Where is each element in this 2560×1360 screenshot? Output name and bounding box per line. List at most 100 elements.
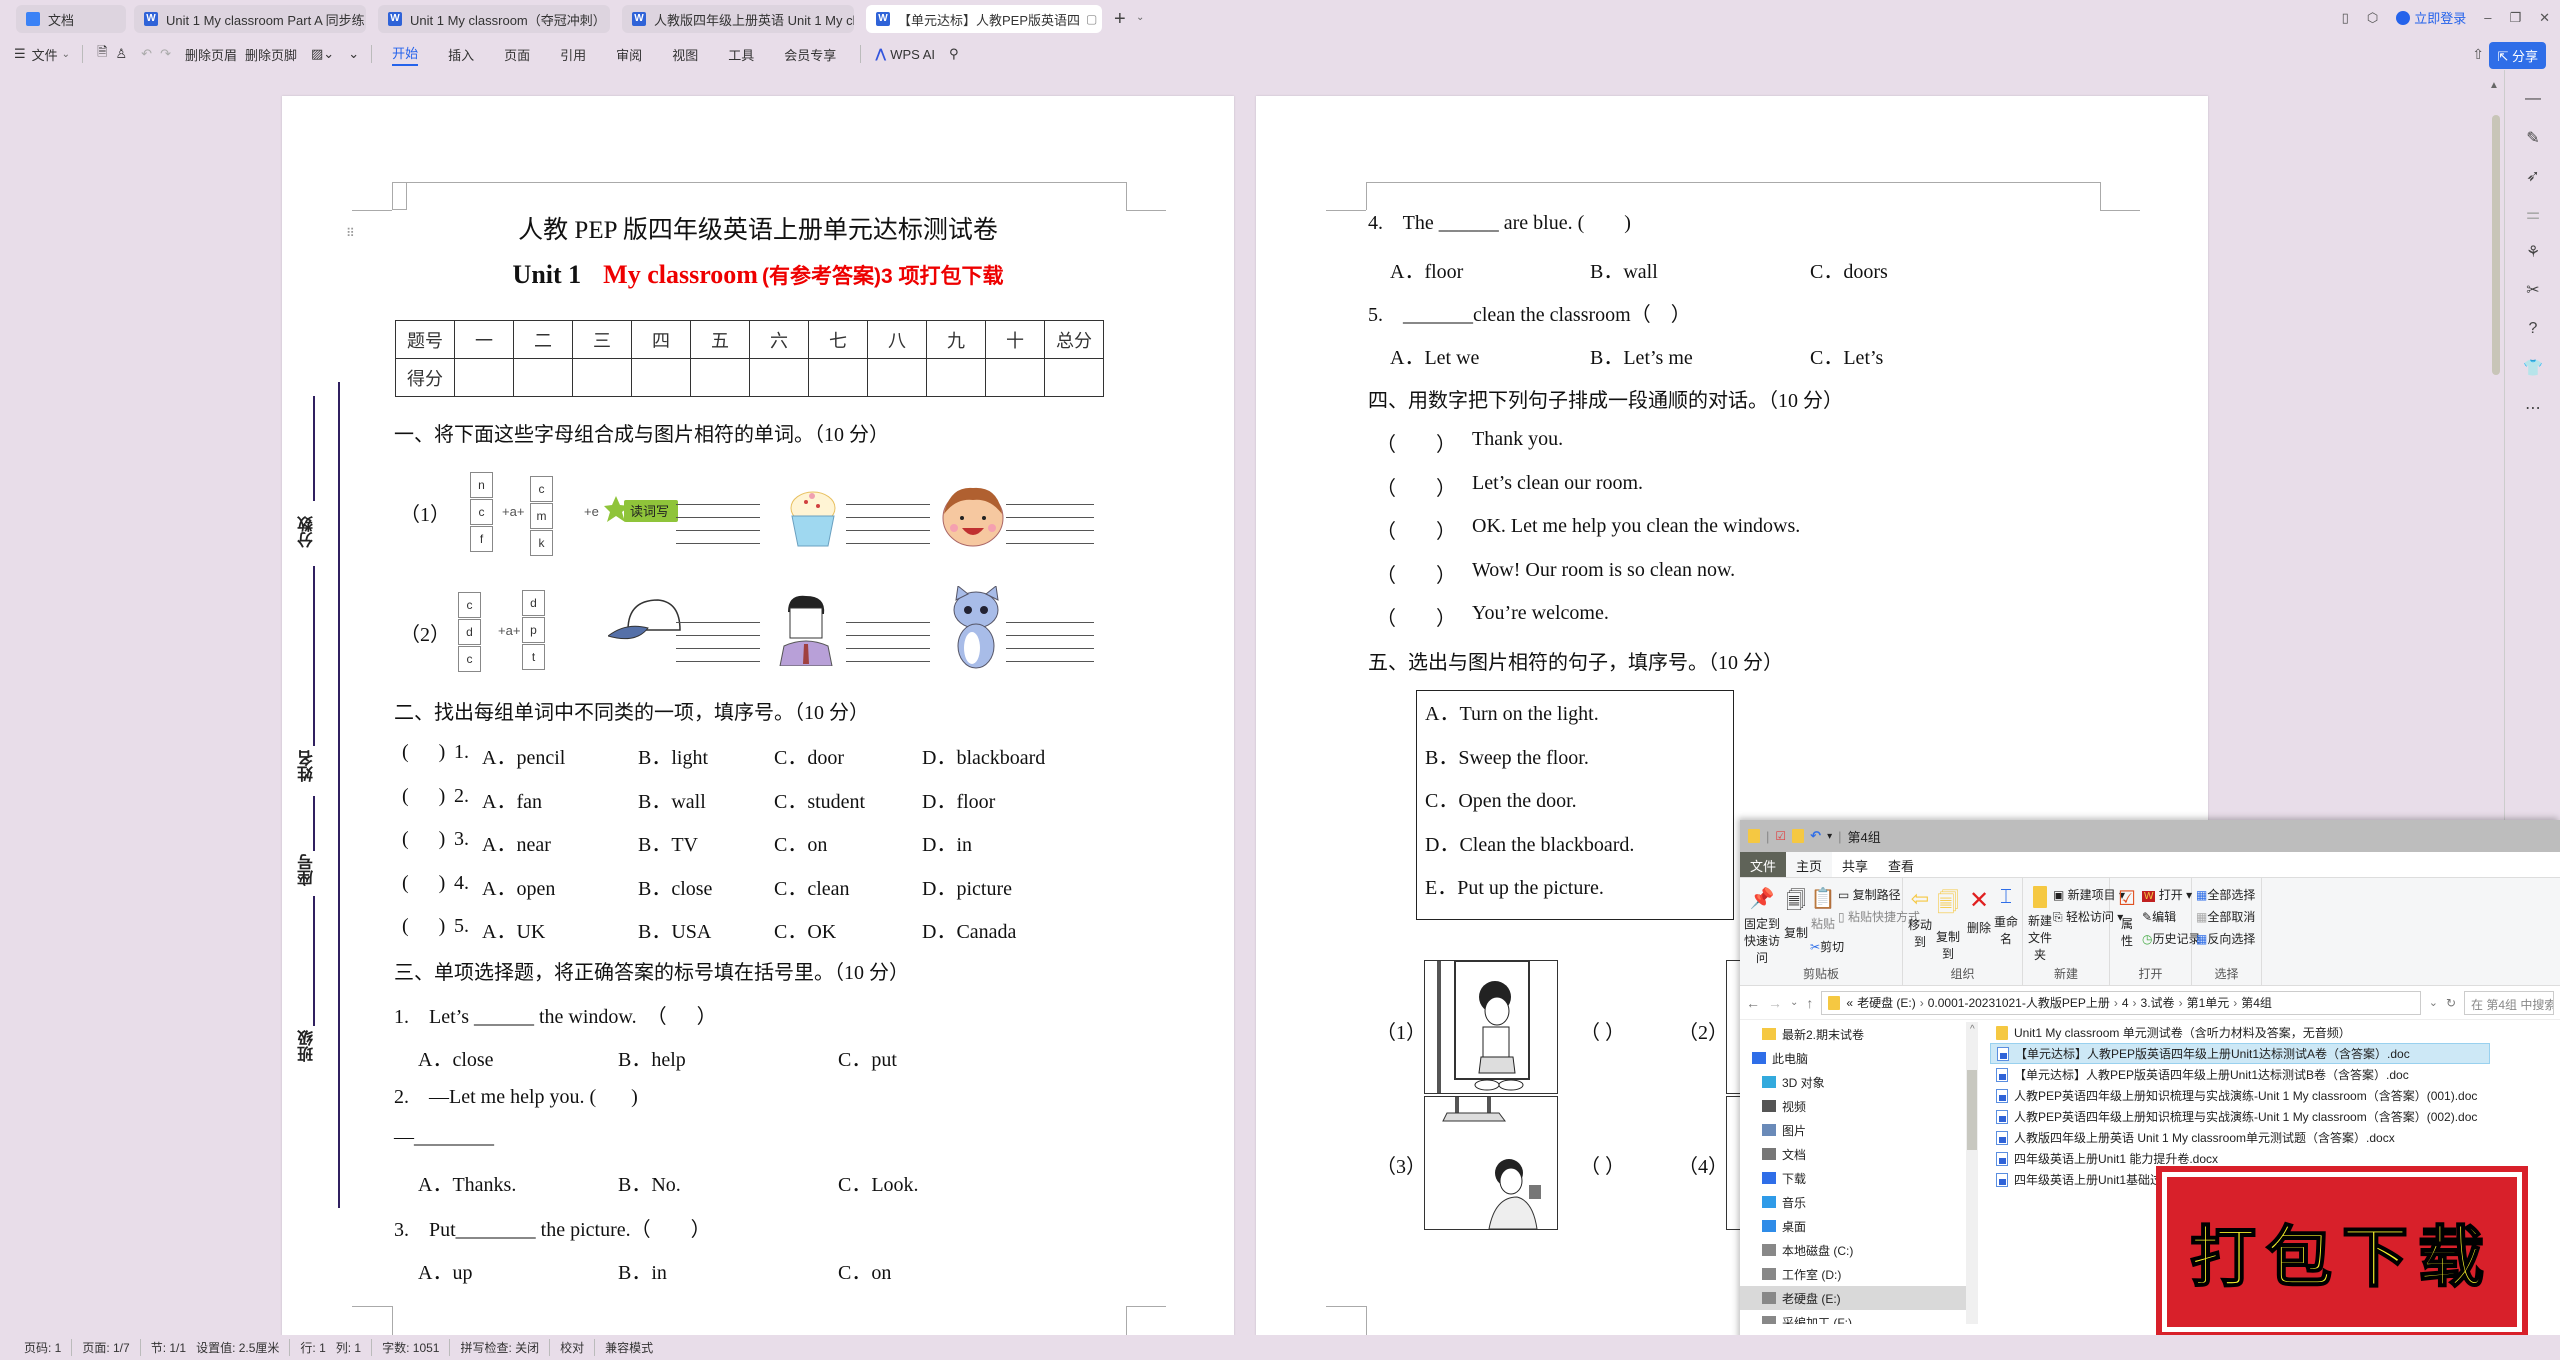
breadcrumb-separator-icon[interactable]: › bbox=[2179, 996, 2183, 1010]
undo-icon[interactable]: ↶ bbox=[141, 46, 152, 62]
nav-item[interactable]: 下载 bbox=[1740, 1166, 1970, 1190]
answer-bracket[interactable]: ( ) bbox=[402, 915, 445, 938]
properties-button[interactable]: ☑ 属性 bbox=[2116, 886, 2138, 949]
theme-icon[interactable]: 👕 bbox=[2521, 358, 2545, 382]
order-blank[interactable]: （ ） bbox=[1376, 559, 1456, 588]
move-to-button[interactable]: ⇦ 移动到 bbox=[1905, 886, 1935, 950]
breadcrumb-item[interactable]: 第4组 bbox=[2241, 996, 2272, 1010]
restore-button[interactable]: ❐ bbox=[2509, 10, 2521, 26]
copy-to-button[interactable]: 🗐 复制到 bbox=[1933, 886, 1963, 962]
delete-footer-button[interactable]: 删除页脚 bbox=[245, 45, 297, 64]
score-cell[interactable] bbox=[1044, 358, 1104, 397]
nav-scroll-thumb[interactable] bbox=[1967, 1070, 1977, 1150]
cloud-sync-icon[interactable]: ⇧ bbox=[2472, 46, 2484, 63]
tab-page[interactable]: 页面 bbox=[504, 45, 530, 64]
explorer-tab-file[interactable]: 文件 bbox=[1740, 852, 1787, 877]
status-page[interactable]: 页面: 1/7 bbox=[72, 1339, 141, 1356]
recent-locations-icon[interactable]: ⌄ bbox=[1790, 997, 1798, 1008]
redo-icon[interactable]: ↷ bbox=[160, 46, 171, 62]
vertical-scrollbar[interactable] bbox=[2492, 115, 2500, 375]
login-button[interactable]: 立即登录 bbox=[2396, 8, 2466, 27]
cut-button[interactable]: ✂剪切 bbox=[1810, 938, 1844, 955]
help-icon[interactable]: ? bbox=[2521, 320, 2545, 344]
breadcrumb-item[interactable]: 3.试卷 bbox=[2141, 996, 2175, 1010]
format-painter-icon[interactable]: ♙ bbox=[116, 46, 128, 62]
nav-item[interactable]: 音乐 bbox=[1740, 1190, 1970, 1214]
order-blank[interactable]: （ ） bbox=[1376, 472, 1456, 501]
minimize-button[interactable]: – bbox=[2484, 10, 2491, 25]
breadcrumb-separator-icon[interactable]: › bbox=[2133, 996, 2137, 1010]
score-cell[interactable] bbox=[631, 358, 691, 397]
breadcrumb-separator-icon[interactable]: › bbox=[1920, 996, 1924, 1010]
new-folder-quick-icon[interactable] bbox=[1792, 829, 1805, 843]
back-button[interactable]: ← bbox=[1746, 995, 1760, 1011]
rename-button[interactable]: ⌶ 重命名 bbox=[1991, 886, 2021, 947]
score-cell[interactable] bbox=[572, 358, 632, 397]
nav-item[interactable]: 视频 bbox=[1740, 1094, 1970, 1118]
collapse-icon[interactable]: — bbox=[2521, 90, 2545, 114]
share-button[interactable]: ⇱ 分享 bbox=[2489, 42, 2546, 69]
status-proofread[interactable]: 校对 bbox=[550, 1339, 596, 1356]
border-style-icon[interactable]: ▨⌄ bbox=[311, 46, 334, 62]
breadcrumb-separator-icon[interactable]: › bbox=[2114, 996, 2118, 1010]
chevron-down-icon[interactable]: ⌄ bbox=[62, 49, 70, 60]
tab-document-active[interactable]: W 【单元达标】人教PEP版英语四 ▢ ✕ bbox=[866, 5, 1102, 33]
score-cell[interactable] bbox=[926, 358, 986, 397]
address-bar[interactable]: « 老硬盘 (E:) › 0.0001-20231021-人教版PEP上册 › 4 › 3.试… bbox=[1821, 990, 2421, 1015]
file-item[interactable]: 【单元达标】人教PEP版英语四年级上册Unit1达标测试A卷（含答案）.doc bbox=[1990, 1043, 2490, 1064]
tab-list-chevron-icon[interactable]: ⌄ bbox=[1136, 12, 1144, 23]
cursor-icon[interactable]: ➶ bbox=[2521, 166, 2545, 190]
tab-review[interactable]: 审阅 bbox=[616, 45, 642, 64]
order-blank[interactable]: （ ） bbox=[1376, 602, 1456, 631]
tab-document[interactable]: W 人教版四年级上册英语 Unit 1 My cl bbox=[622, 5, 854, 33]
forward-button[interactable]: → bbox=[1768, 995, 1782, 1011]
search-icon[interactable]: ⚲ bbox=[949, 46, 959, 62]
delete-button[interactable]: ✕ 删除 bbox=[1967, 886, 1991, 936]
tab-document[interactable]: W Unit 1 My classroom Part A 同步练 bbox=[134, 5, 366, 33]
nav-item[interactable]: 文档 bbox=[1740, 1142, 1970, 1166]
nav-item[interactable]: 此电脑 bbox=[1740, 1046, 1970, 1070]
tab-tools[interactable]: 工具 bbox=[728, 45, 754, 64]
file-item[interactable]: Unit1 My classroom 单元测试卷（含听力材料及答案，无音频） bbox=[1990, 1022, 2560, 1043]
answer-bracket[interactable]: ( ) bbox=[402, 741, 445, 764]
copy-path-button[interactable]: ▭ 复制路径 bbox=[1838, 886, 1901, 903]
nav-item[interactable]: 工作室 (D:) bbox=[1740, 1262, 1970, 1286]
explorer-tab-view[interactable]: 查看 bbox=[1878, 852, 1924, 877]
menu-icon[interactable]: ☰ bbox=[14, 46, 26, 62]
nav-item[interactable]: 老硬盘 (E:) bbox=[1740, 1286, 1970, 1310]
customize-quick-access-icon[interactable]: ▾ bbox=[1827, 831, 1832, 842]
nav-item[interactable]: 图片 bbox=[1740, 1118, 1970, 1142]
address-dropdown-icon[interactable]: ⌄ bbox=[2429, 996, 2438, 1009]
file-menu[interactable]: 文件 bbox=[32, 45, 58, 64]
nav-item[interactable]: 3D 对象 bbox=[1740, 1070, 1970, 1094]
tab-document[interactable]: W Unit 1 My classroom（夺冠冲刺） bbox=[378, 5, 610, 33]
nav-item[interactable]: 最新2.期末试卷 bbox=[1740, 1022, 1970, 1046]
score-cell[interactable] bbox=[454, 358, 514, 397]
nav-item[interactable]: 采编加工 (F:) bbox=[1740, 1310, 1970, 1324]
nav-scroll-up-icon[interactable]: ^ bbox=[1970, 1024, 1975, 1035]
new-folder-button[interactable]: 新建文件夹 bbox=[2027, 886, 2053, 963]
close-window-button[interactable]: ✕ bbox=[2539, 10, 2550, 26]
status-spell-check[interactable]: 拼写检查: 关闭 bbox=[450, 1339, 551, 1356]
order-blank[interactable]: （ ） bbox=[1376, 428, 1456, 457]
tab-references[interactable]: 引用 bbox=[560, 45, 586, 64]
status-page-code[interactable]: 页码: 1 bbox=[14, 1339, 73, 1356]
scroll-up-icon[interactable]: ▲ bbox=[2489, 80, 2499, 91]
tab-view[interactable]: 视图 bbox=[672, 45, 698, 64]
sliders-icon[interactable]: ⚌ bbox=[2521, 204, 2545, 228]
cube-icon[interactable]: ⬡ bbox=[2367, 10, 2378, 26]
new-tab-button[interactable]: + bbox=[1114, 8, 1126, 31]
wps-ai-button[interactable]: WPS AI bbox=[890, 47, 935, 62]
tab-member[interactable]: 会员专享 bbox=[784, 45, 836, 64]
score-cell[interactable] bbox=[749, 358, 809, 397]
up-button[interactable]: ↑ bbox=[1806, 995, 1813, 1011]
score-cell[interactable] bbox=[513, 358, 573, 397]
properties-quick-icon[interactable]: ☑ bbox=[1775, 829, 1786, 843]
file-item[interactable]: 人教PEP英语四年级上册知识梳理与实战演练-Unit 1 My classroo… bbox=[1990, 1085, 2560, 1106]
delete-header-button[interactable]: 删除页眉 bbox=[185, 45, 237, 64]
pen-icon[interactable]: ✎ bbox=[2521, 128, 2545, 152]
score-cell[interactable] bbox=[867, 358, 927, 397]
breadcrumb-item[interactable]: 0.0001-20231021-人教版PEP上册 bbox=[1928, 996, 2110, 1010]
open-button[interactable]: W 打开 ▾ bbox=[2142, 886, 2192, 903]
file-item[interactable]: 四年级英语上册Unit1 能力提升卷.docx bbox=[1990, 1148, 2560, 1169]
